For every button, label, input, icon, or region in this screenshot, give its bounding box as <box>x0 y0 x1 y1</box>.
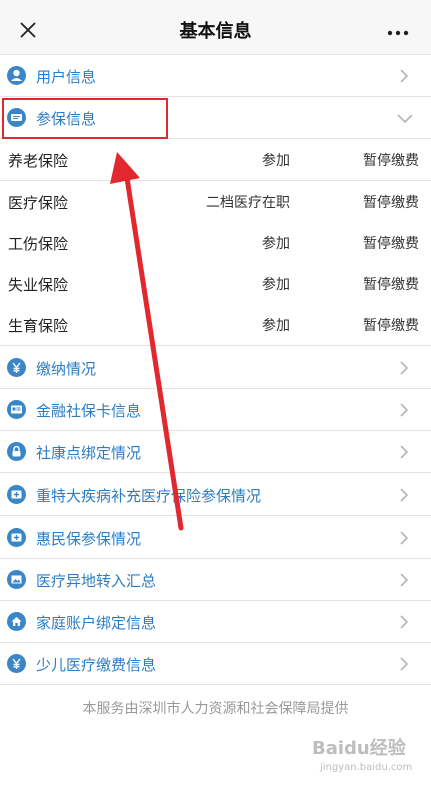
more-dots-icon[interactable] <box>387 30 409 36</box>
menu-item-label: 金融社保卡信息 <box>36 402 142 420</box>
menu-item-label: 惠民保参保情况 <box>36 530 142 548</box>
insurance-row-injury: 工伤保险 参加 暂停缴费 <box>0 222 431 264</box>
menu-item-family-account[interactable]: 家庭账户绑定信息 <box>0 601 431 643</box>
menu-item-label: 缴纳情况 <box>36 360 97 378</box>
chevron-right-icon <box>400 531 409 545</box>
watermark: Baidu经验 jingyan.baidu.com <box>312 734 424 780</box>
chevron-right-icon <box>400 657 409 671</box>
menu-item-user-info[interactable]: 用户信息 <box>0 55 431 97</box>
menu-item-label: 少儿医疗缴费信息 <box>36 656 157 674</box>
insurance-row-pension: 养老保险 参加 暂停缴费 <box>0 139 431 181</box>
watermark-url: jingyan.baidu.com <box>320 762 413 773</box>
chevron-right-icon <box>400 488 409 502</box>
insurance-status: 参加 <box>262 236 290 252</box>
chevron-right-icon <box>400 573 409 587</box>
menu-item-clinic-binding[interactable]: 社康点绑定情况 <box>0 431 431 473</box>
watermark-logo: Baidu经验 <box>312 738 406 759</box>
insurance-name: 养老保险 <box>8 152 69 170</box>
insurance-row-unemployment: 失业保险 参加 暂停缴费 <box>0 263 431 305</box>
page-title: 基本信息 <box>179 21 252 42</box>
home-icon <box>7 612 26 631</box>
menu-item-critical-illness[interactable]: 重特大疾病补充医疗保险参保情况 <box>0 474 431 516</box>
insurance-row-maternity: 生育保险 参加 暂停缴费 <box>0 304 431 346</box>
menu-item-payment-status[interactable]: 缴纳情况 <box>0 347 431 389</box>
insurance-row-medical: 医疗保险 二档医疗在职 暂停缴费 <box>0 181 431 223</box>
chevron-right-icon <box>400 403 409 417</box>
menu-item-label: 家庭账户绑定信息 <box>36 614 157 632</box>
menu-item-medical-transfer[interactable]: 医疗异地转入汇总 <box>0 559 431 601</box>
menu-item-label: 社康点绑定情况 <box>36 444 142 462</box>
chevron-right-icon <box>400 445 409 459</box>
insurance-name: 生育保险 <box>8 317 69 335</box>
insurance-name: 医疗保险 <box>8 194 69 212</box>
insurance-status: 二档医疗在职 <box>206 195 290 211</box>
annotation-highlight-box <box>2 98 168 139</box>
chevron-right-icon <box>400 361 409 375</box>
medical-cross-icon <box>7 528 26 547</box>
yuan-icon <box>7 654 26 673</box>
insurance-name: 失业保险 <box>8 276 69 294</box>
menu-item-child-medical-payment[interactable]: 少儿医疗缴费信息 <box>0 643 431 685</box>
image-icon <box>7 570 26 589</box>
payment-status: 暂停缴费 <box>363 236 419 252</box>
id-card-icon <box>7 400 26 419</box>
menu-item-huiminbao[interactable]: 惠民保参保情况 <box>0 517 431 559</box>
user-icon <box>7 66 26 85</box>
insurance-status: 参加 <box>262 277 290 293</box>
payment-status: 暂停缴费 <box>363 195 419 211</box>
top-bar: 基本信息 <box>0 0 431 55</box>
payment-status: 暂停缴费 <box>363 318 419 334</box>
insurance-name: 工伤保险 <box>8 235 69 253</box>
menu-item-label: 重特大疾病补充医疗保险参保情况 <box>36 487 262 505</box>
insurance-status: 参加 <box>262 318 290 334</box>
chevron-right-icon <box>400 615 409 629</box>
insurance-status: 参加 <box>262 153 290 169</box>
footer-credit: 本服务由深圳市人力资源和社会保障局提供 <box>82 701 349 717</box>
chevron-right-icon <box>400 69 409 83</box>
payment-status: 暂停缴费 <box>363 277 419 293</box>
chevron-down-icon <box>397 114 413 123</box>
medical-cross-icon <box>7 485 26 504</box>
yuan-icon <box>7 358 26 377</box>
menu-item-label: 用户信息 <box>36 68 97 86</box>
lock-icon <box>7 442 26 461</box>
payment-status: 暂停缴费 <box>363 153 419 169</box>
menu-item-label: 医疗异地转入汇总 <box>36 572 157 590</box>
menu-item-finance-card[interactable]: 金融社保卡信息 <box>0 389 431 431</box>
